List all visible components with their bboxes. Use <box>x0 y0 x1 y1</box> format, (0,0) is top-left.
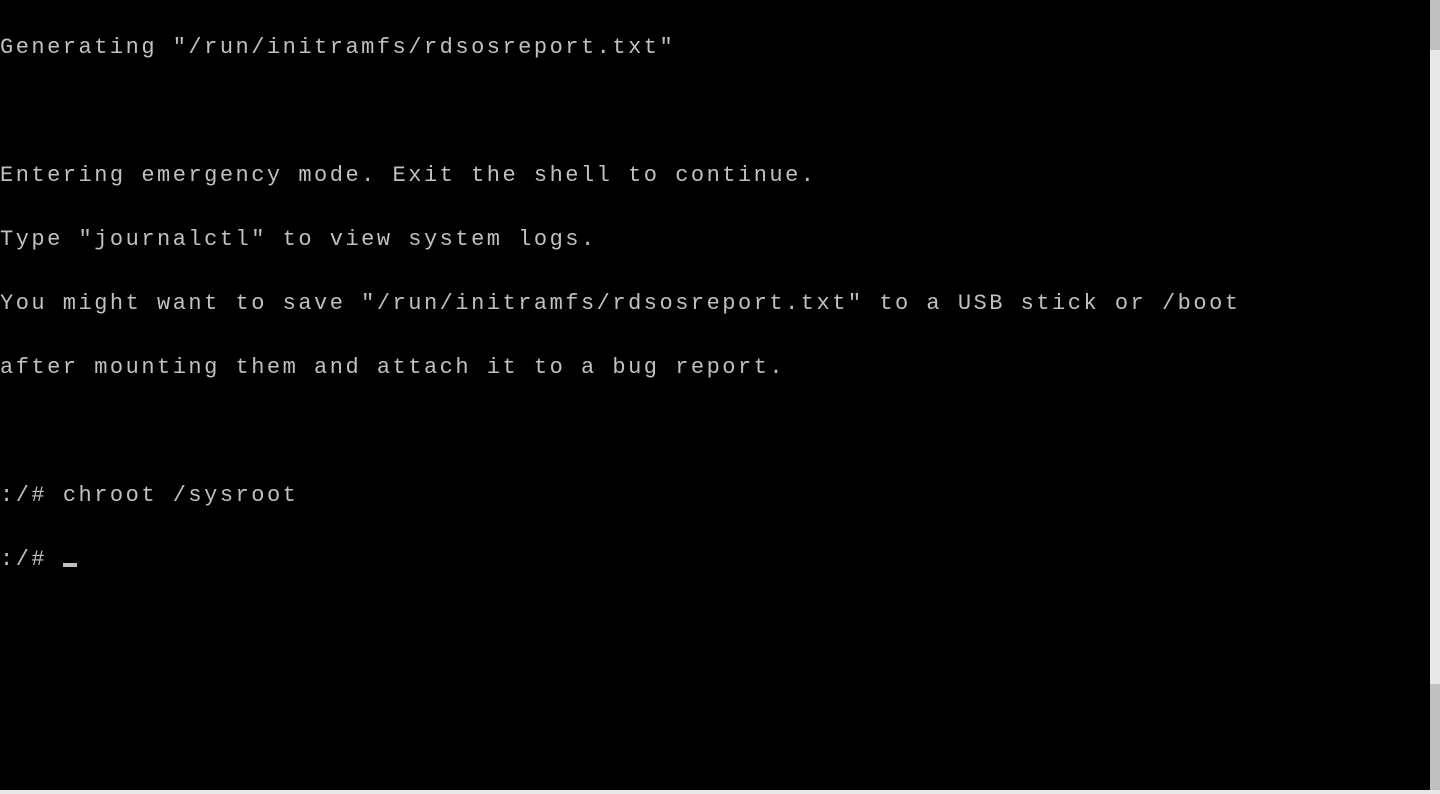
bottom-border <box>0 790 1440 794</box>
scrollbar-thumb[interactable] <box>1430 684 1440 790</box>
scrollbar-thumb[interactable] <box>1430 0 1440 50</box>
console-command-line: :/# chroot /sysroot <box>0 480 1430 512</box>
console-current-line[interactable]: :/# <box>0 544 1430 576</box>
console-output-line: Type "journalctl" to view system logs. <box>0 224 1430 256</box>
entered-command: chroot /sysroot <box>63 483 299 508</box>
cursor-icon <box>63 563 77 567</box>
shell-prompt: :/# <box>0 483 63 508</box>
shell-prompt: :/# <box>0 547 63 572</box>
console-output-line: You might want to save "/run/initramfs/r… <box>0 288 1430 320</box>
console-output-line: Entering emergency mode. Exit the shell … <box>0 160 1430 192</box>
console-output-line: after mounting them and attach it to a b… <box>0 352 1430 384</box>
scrollbar-track[interactable] <box>1430 0 1440 790</box>
console-output-line: Generating "/run/initramfs/rdsosreport.t… <box>0 32 1430 64</box>
terminal-console[interactable]: Generating "/run/initramfs/rdsosreport.t… <box>0 0 1430 790</box>
